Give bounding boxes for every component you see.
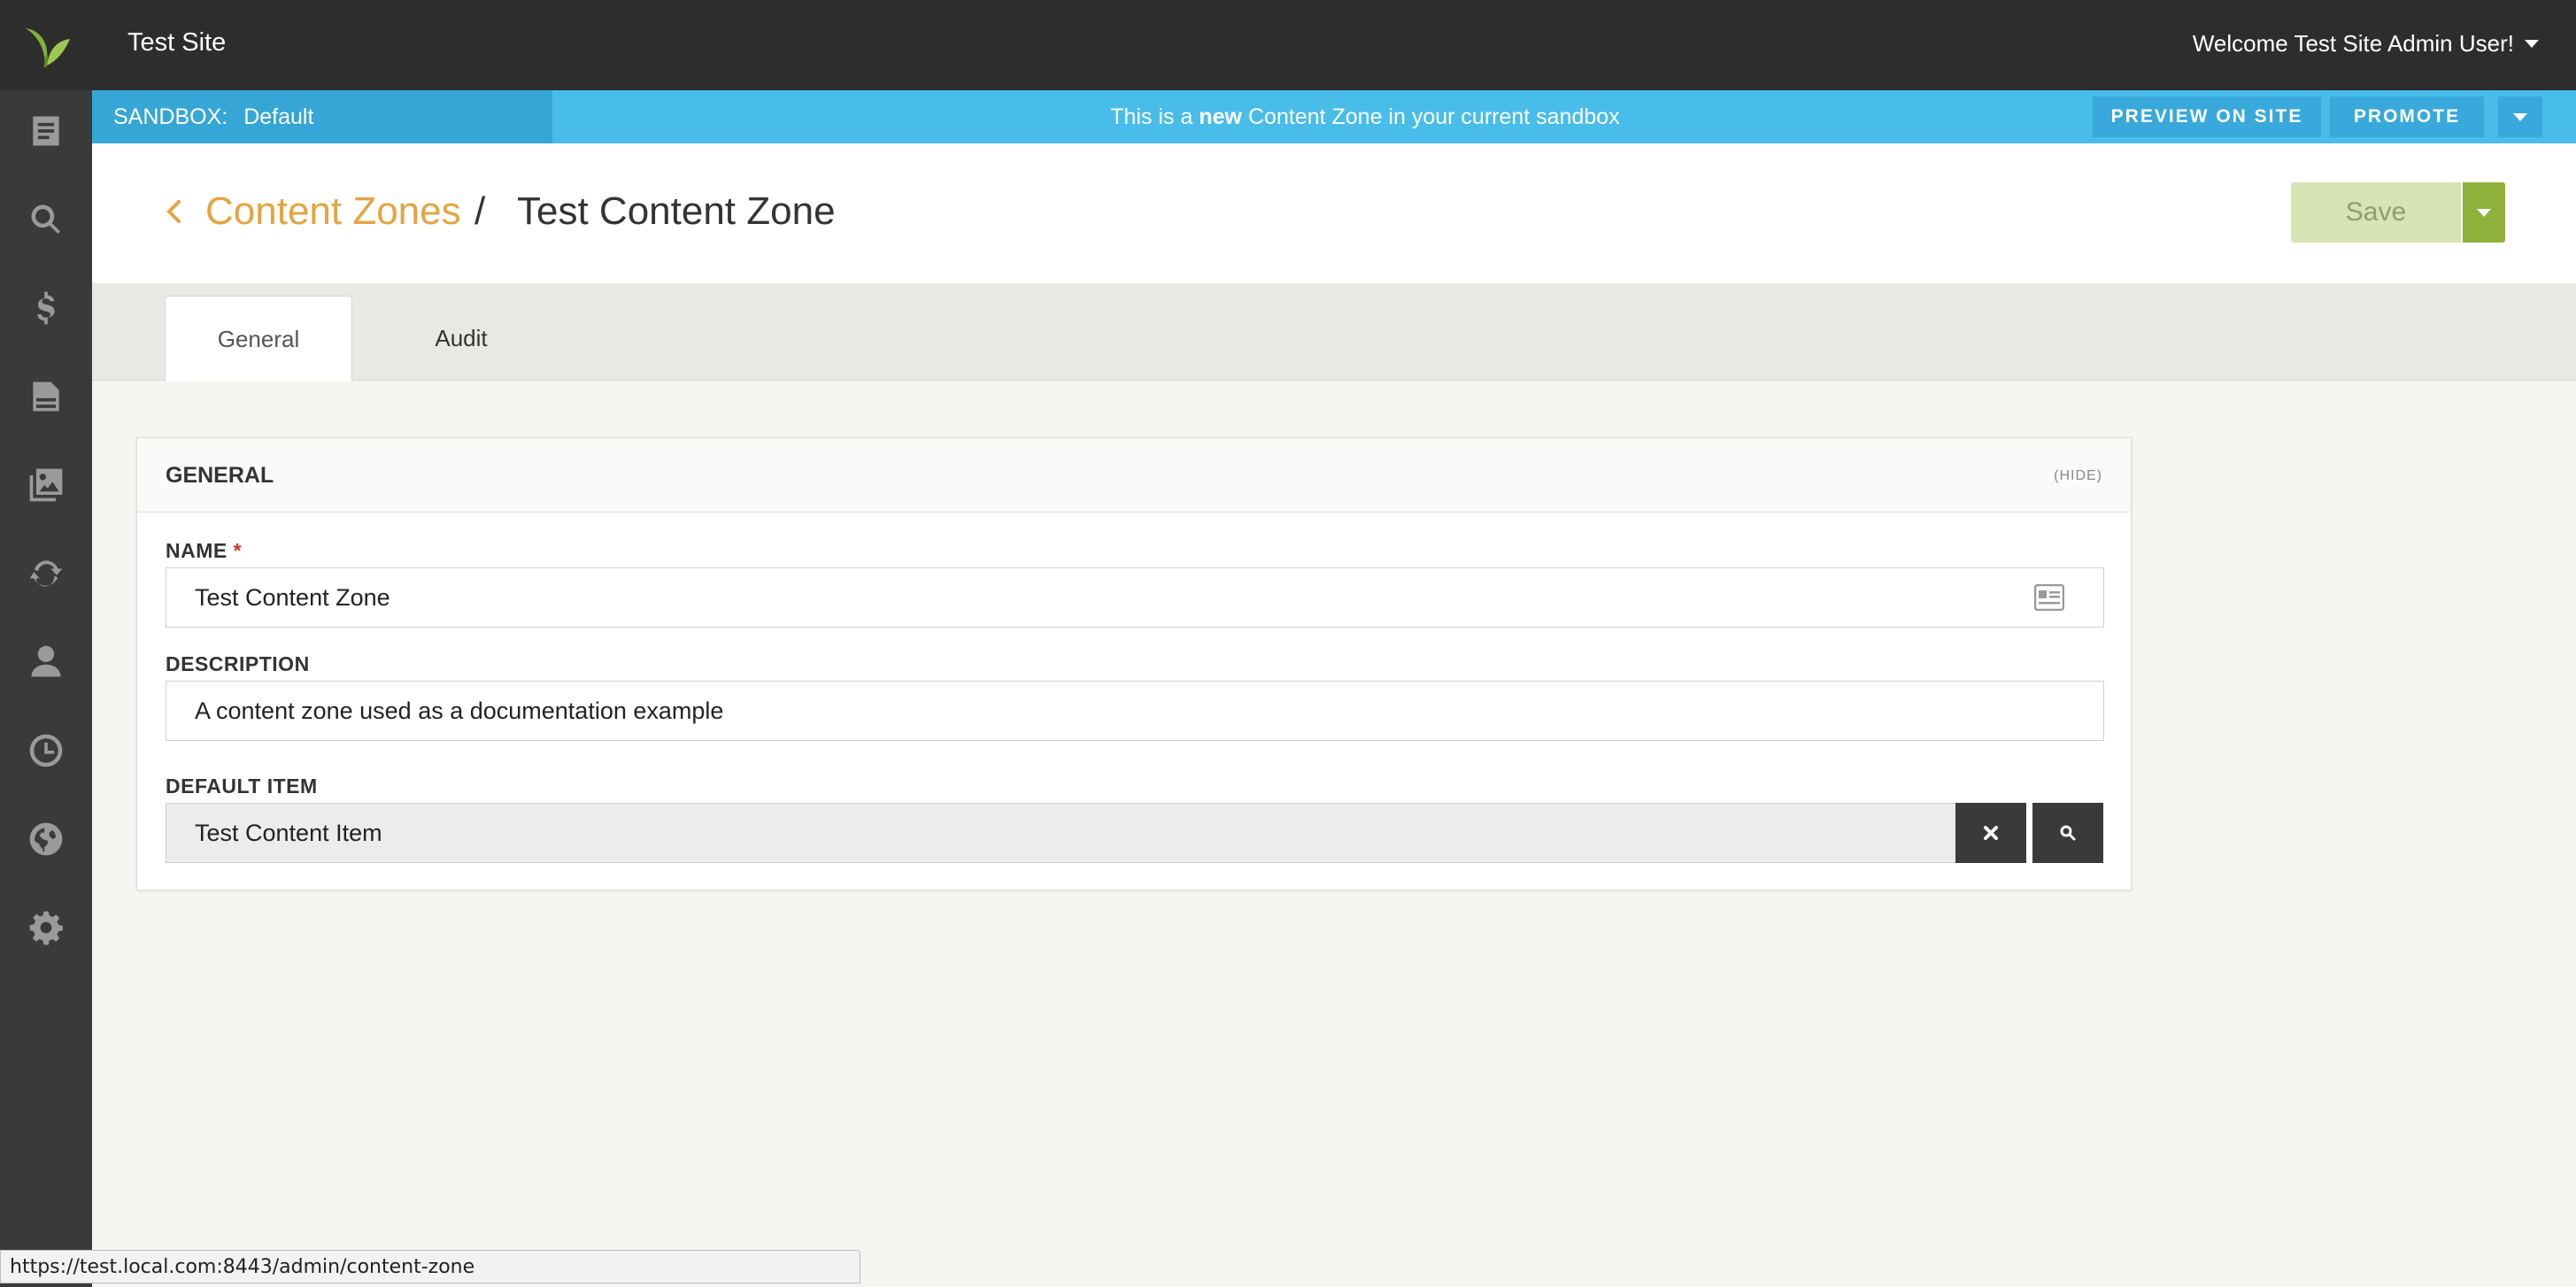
user-icon[interactable] bbox=[0, 627, 92, 697]
site-title[interactable]: Test Site bbox=[127, 28, 226, 58]
required-marker: * bbox=[233, 539, 243, 562]
globe-icon[interactable] bbox=[0, 804, 92, 875]
save-button[interactable]: Save bbox=[2291, 182, 2461, 243]
page-title: Test Content Zone bbox=[517, 189, 836, 233]
sandbox-value: Default bbox=[243, 104, 314, 129]
preview-on-site-button[interactable]: PREVIEW ON SITE bbox=[2093, 96, 2321, 137]
panel-title: GENERAL bbox=[166, 463, 274, 488]
promote-dropdown-button[interactable] bbox=[2498, 96, 2542, 137]
chevron-down-icon bbox=[2513, 112, 2527, 121]
name-label-text: NAME bbox=[166, 539, 228, 562]
name-label: NAME * bbox=[166, 539, 242, 563]
tab-general[interactable]: General bbox=[165, 296, 352, 381]
page-header: Content Zones / Test Content Zone Save bbox=[92, 143, 2576, 283]
default-item-field: Test Content Item bbox=[166, 803, 1955, 863]
sandbox-message-pre: This is a bbox=[1110, 104, 1193, 129]
chevron-down-icon bbox=[2477, 208, 2491, 217]
search-default-item-button[interactable] bbox=[2032, 803, 2103, 863]
content-icon[interactable] bbox=[0, 96, 92, 166]
description-field[interactable]: A content zone used as a documentation e… bbox=[166, 681, 2104, 741]
sandbox-bar: SANDBOX: Default This is a new Content Z… bbox=[92, 90, 2576, 143]
id-card-icon[interactable] bbox=[2034, 584, 2064, 611]
name-field[interactable]: Test Content Zone bbox=[166, 567, 2104, 628]
panel-header: GENERAL (HIDE) bbox=[137, 438, 2131, 512]
user-menu[interactable]: Welcome Test Site Admin User! bbox=[2193, 30, 2539, 58]
pages-icon[interactable] bbox=[0, 361, 92, 432]
top-bar: Test Site Welcome Test Site Admin User! bbox=[92, 0, 2576, 90]
tabs-bar: General Audit bbox=[92, 283, 2576, 381]
breadcrumb-content-zones[interactable]: Content Zones bbox=[205, 189, 461, 234]
sandbox-message-post: Content Zone in your current sandbox bbox=[1248, 104, 1620, 129]
sandbox-selector[interactable]: SANDBOX: Default bbox=[92, 90, 552, 143]
clear-default-item-button[interactable] bbox=[1955, 803, 2026, 863]
name-field-value: Test Content Zone bbox=[195, 583, 390, 611]
default-item-label: DEFAULT ITEM bbox=[166, 775, 318, 798]
history-icon[interactable] bbox=[0, 715, 92, 786]
tab-audit[interactable]: Audit bbox=[381, 296, 542, 381]
sync-icon[interactable] bbox=[0, 538, 92, 609]
default-item-value: Test Content Item bbox=[195, 819, 382, 846]
sandbox-message: This is a new Content Zone in your curre… bbox=[552, 90, 2178, 143]
status-url: https://test.local.com:8443/admin/conten… bbox=[0, 1250, 860, 1283]
description-label: DESCRIPTION bbox=[166, 652, 310, 675]
welcome-text: Welcome Test Site Admin User! bbox=[2192, 30, 2514, 57]
description-field-value: A content zone used as a documentation e… bbox=[195, 697, 724, 724]
search-icon bbox=[2060, 825, 2076, 841]
dollar-icon[interactable] bbox=[0, 273, 92, 343]
sidebar-rail bbox=[0, 0, 92, 1287]
chevron-down-icon bbox=[2525, 40, 2539, 48]
breadcrumb-separator: / bbox=[474, 189, 486, 233]
search-icon[interactable] bbox=[0, 184, 92, 255]
settings-icon[interactable] bbox=[0, 892, 92, 963]
assets-icon[interactable] bbox=[0, 450, 92, 520]
promote-button[interactable]: PROMOTE bbox=[2330, 96, 2484, 137]
panel-hide-toggle[interactable]: (HIDE) bbox=[2054, 468, 2102, 484]
sandbox-message-bold: new bbox=[1199, 104, 1242, 129]
close-icon bbox=[1984, 826, 1998, 840]
general-panel: GENERAL (HIDE) NAME * Test Content Zone … bbox=[136, 437, 2132, 890]
logo-leaf-icon[interactable] bbox=[0, 0, 92, 90]
save-dropdown-button[interactable] bbox=[2463, 182, 2505, 243]
back-chevron-icon[interactable] bbox=[161, 198, 188, 225]
sandbox-label: SANDBOX: bbox=[113, 104, 228, 129]
